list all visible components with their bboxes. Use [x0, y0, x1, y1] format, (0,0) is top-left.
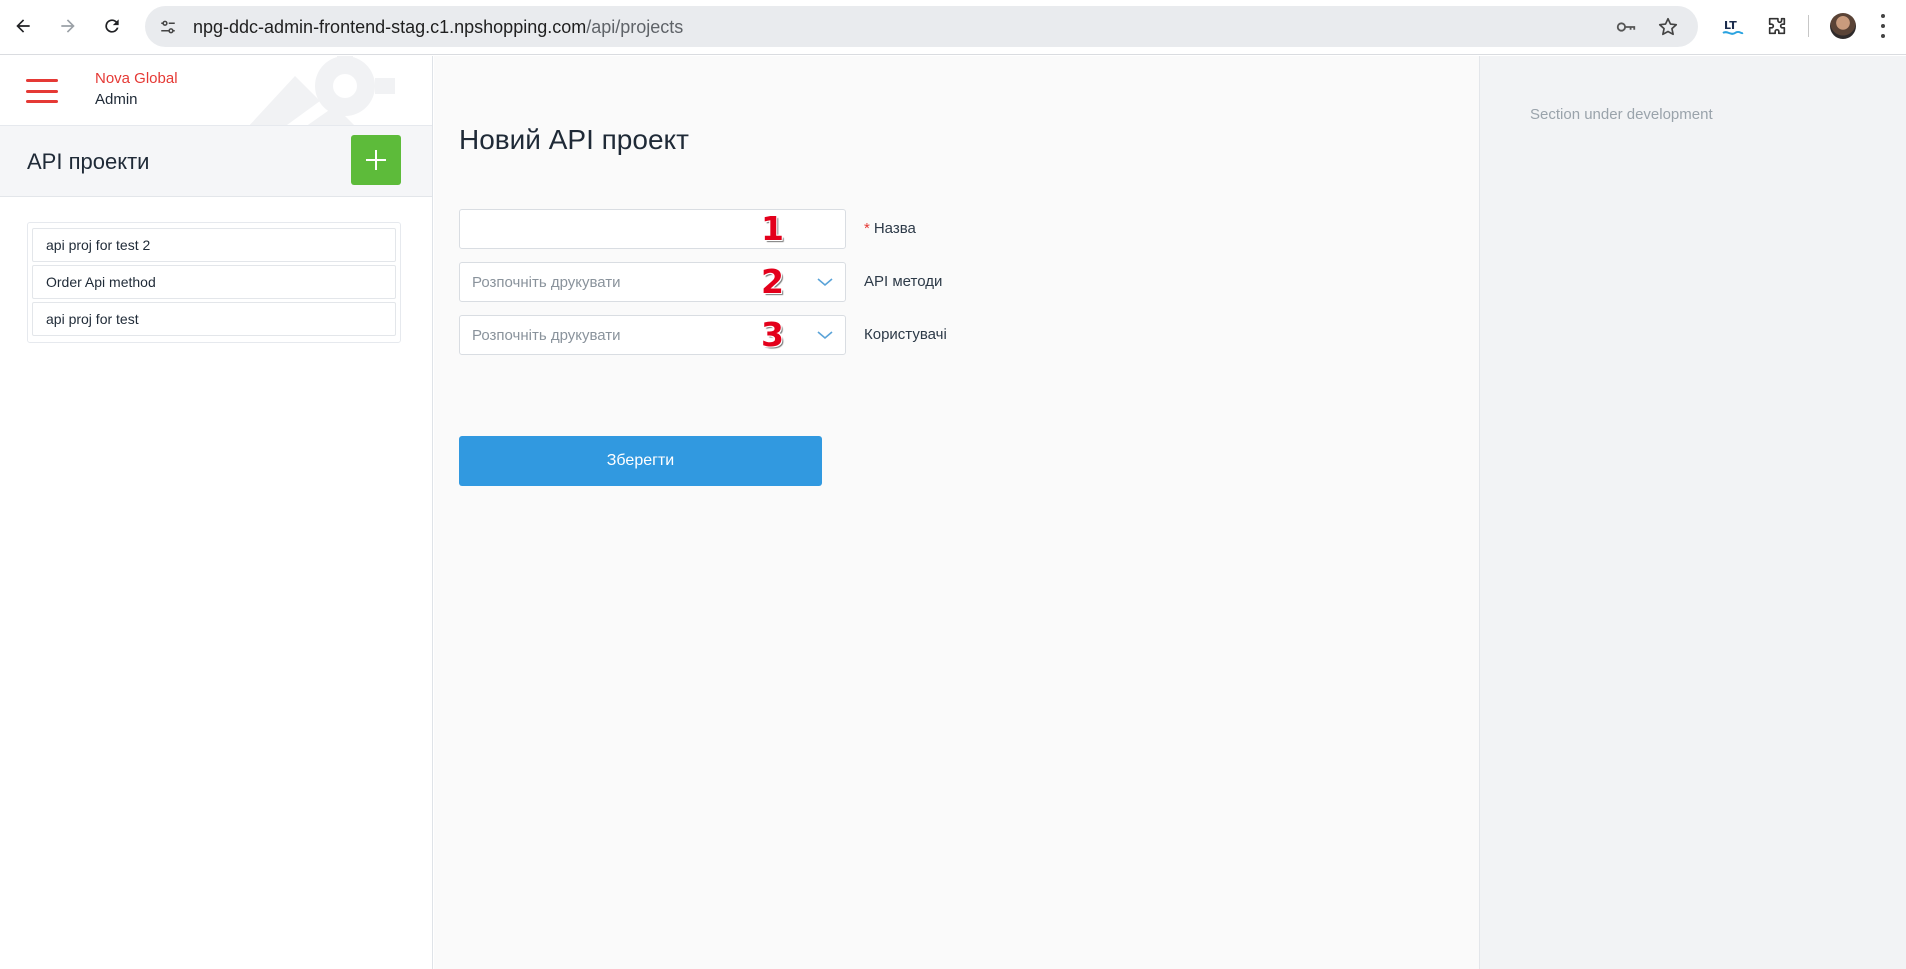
url-text[interactable]: npg-ddc-admin-frontend-stag.c1.npshoppin…	[193, 17, 683, 38]
brand-name: Nova Global	[95, 70, 178, 87]
browser-toolbar: npg-ddc-admin-frontend-stag.c1.npshoppin…	[0, 0, 1906, 55]
chevron-down-icon	[817, 278, 833, 287]
save-button[interactable]: Зберегти	[459, 436, 822, 486]
add-project-button[interactable]	[351, 135, 401, 185]
sidebar: Nova Global Admin API проекти api proj f…	[0, 56, 433, 969]
project-list-item[interactable]: api proj for test	[32, 302, 396, 336]
plus-icon	[366, 150, 386, 170]
api-methods-label: API методи	[864, 273, 943, 290]
gear-watermark-icon	[249, 56, 395, 125]
url-host: npg-ddc-admin-frontend-stag.c1.npshoppin…	[193, 17, 587, 37]
brand-header: Nova Global Admin	[0, 56, 432, 126]
app-root: Nova Global Admin API проекти api proj f…	[0, 56, 1906, 969]
api-methods-select[interactable]: Розпочніть друкувати	[459, 262, 846, 302]
arrow-left-icon	[16, 19, 30, 33]
name-row: 1 * Назва	[459, 209, 916, 249]
projects-header: API проекти	[0, 126, 432, 197]
name-label: * Назва	[864, 220, 916, 237]
back-button[interactable]	[9, 12, 37, 40]
annotation-marker-3: 3	[761, 315, 784, 354]
reload-button[interactable]	[98, 12, 126, 40]
svg-text:LT: LT	[1724, 19, 1737, 32]
browser-menu-icon[interactable]	[1878, 14, 1888, 38]
annotation-marker-1: 1	[761, 209, 784, 248]
brand-subtitle: Admin	[95, 91, 138, 108]
key-icon[interactable]	[1615, 16, 1637, 38]
api-methods-row: Розпочніть друкувати 2 API методи	[459, 262, 942, 302]
star-icon[interactable]	[1657, 16, 1679, 38]
toolbar-divider	[1808, 15, 1809, 37]
page-title: Новий API проект	[459, 124, 689, 155]
users-placeholder: Розпочніть друкувати	[472, 326, 621, 344]
chevron-down-icon	[817, 331, 833, 340]
extensions-puzzle-icon[interactable]	[1764, 13, 1790, 39]
languagetool-extension-icon[interactable]: LT	[1720, 13, 1746, 39]
users-row: Розпочніть друкувати 3 Користувачі	[459, 315, 947, 355]
url-path: /api/projects	[586, 17, 684, 37]
project-list-item[interactable]: api proj for test 2	[32, 228, 396, 262]
hamburger-menu-icon[interactable]	[26, 79, 58, 103]
development-notice: Section under development	[1530, 106, 1713, 123]
required-asterisk: *	[864, 220, 870, 237]
project-list-item[interactable]: Order Api method	[32, 265, 396, 299]
arrow-right-icon	[61, 19, 75, 33]
users-label: Користувачі	[864, 326, 947, 343]
details-panel: Section under development	[1479, 56, 1906, 969]
users-select[interactable]: Розпочніть друкувати	[459, 315, 846, 355]
site-settings-icon[interactable]	[155, 14, 181, 40]
projects-title: API проекти	[27, 149, 150, 174]
name-label-text: Назва	[873, 220, 916, 237]
forward-button[interactable]	[54, 12, 82, 40]
main-content: Новий API проект 1 * Назва Розпочніть дру…	[434, 56, 1479, 969]
api-methods-placeholder: Розпочніть друкувати	[472, 273, 621, 291]
project-list: api proj for test 2 Order Api method api…	[27, 222, 401, 343]
profile-avatar[interactable]	[1830, 13, 1856, 39]
annotation-marker-2: 2	[761, 262, 784, 301]
reload-icon	[105, 19, 119, 33]
address-bar[interactable]: npg-ddc-admin-frontend-stag.c1.npshoppin…	[145, 6, 1698, 47]
name-input[interactable]	[459, 209, 846, 249]
